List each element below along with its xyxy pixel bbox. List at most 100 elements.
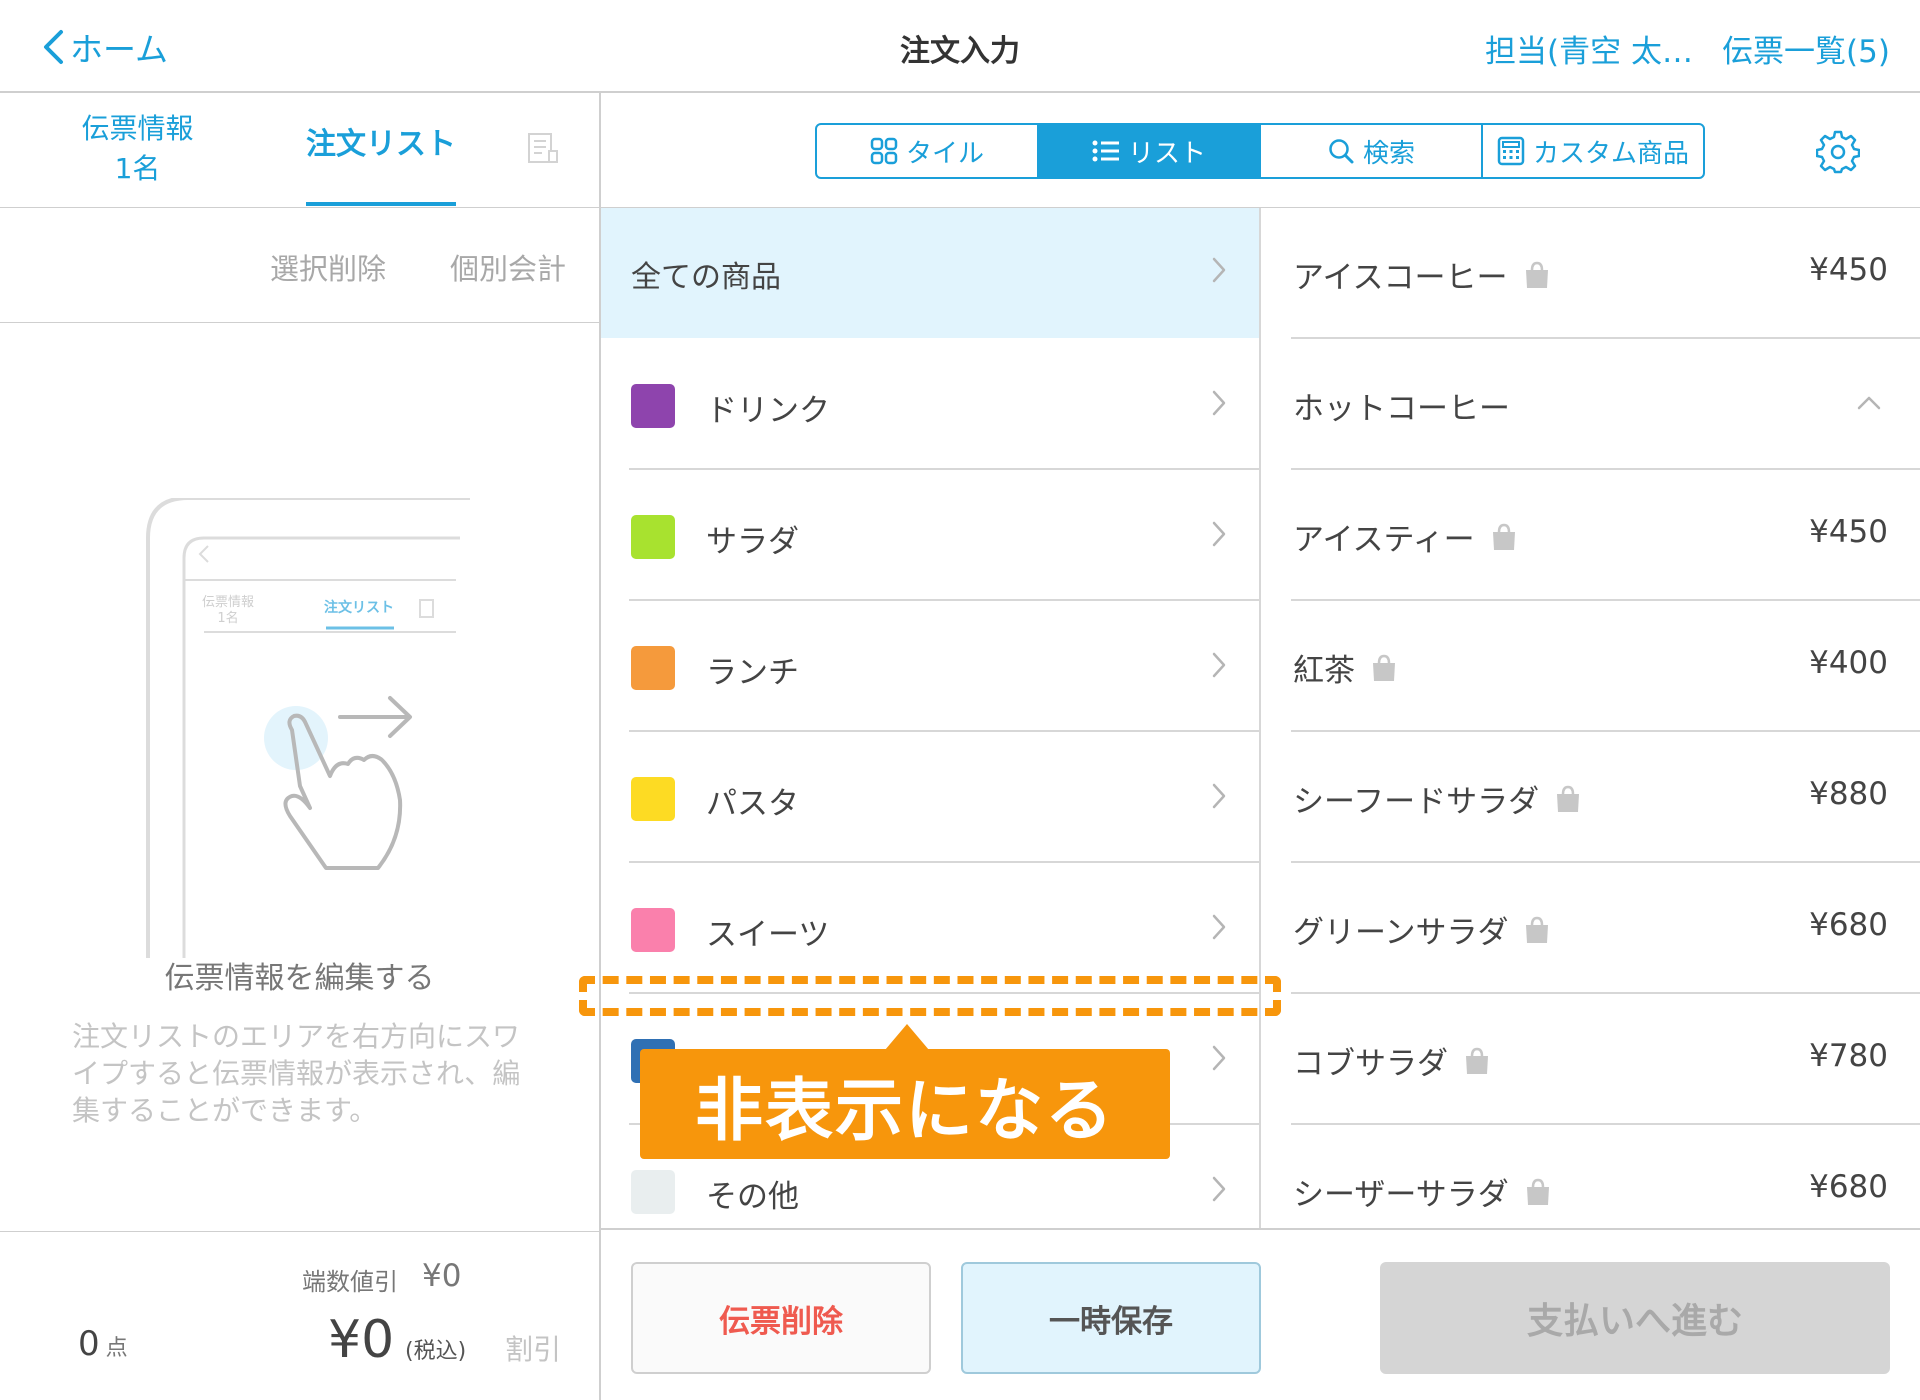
custom-item-button[interactable]: カスタム商品 <box>1483 125 1703 177</box>
search-icon <box>1329 139 1354 164</box>
grid-icon <box>870 137 898 165</box>
search-button[interactable]: 検索 <box>1261 125 1483 177</box>
product-price: ¥400 <box>1809 645 1888 681</box>
product-name: アイスティー <box>1293 522 1475 558</box>
product-item[interactable]: アイスティー ¥450 <box>1263 470 1920 601</box>
chevron-right-icon <box>1212 783 1226 809</box>
product-name: シーザーサラダ <box>1293 1177 1509 1213</box>
tab-slip-info[interactable]: 伝票情報 1名 <box>70 109 205 189</box>
receipt-icon[interactable] <box>525 131 561 171</box>
annotation-dashed-highlight <box>579 976 1281 1016</box>
search-label: 検索 <box>1362 138 1415 169</box>
view-tile-button[interactable]: タイル <box>817 125 1039 177</box>
list-icon <box>1092 140 1119 162</box>
tab-order-list[interactable]: 注文リスト <box>306 119 456 163</box>
category-label: その他 <box>706 1179 799 1215</box>
view-list-button[interactable]: リスト <box>1039 125 1261 177</box>
category-item[interactable]: スイーツ <box>601 863 1259 994</box>
category-swatch <box>631 1170 675 1214</box>
product-item[interactable]: 紅茶 ¥400 <box>1263 601 1920 732</box>
product-item[interactable]: シーザーサラダ ¥680 <box>1263 1125 1920 1228</box>
tab-slip-info-guests: 1名 <box>114 152 161 185</box>
discount-button[interactable]: 割引 <box>505 1328 561 1368</box>
product-price: ¥450 <box>1809 514 1888 550</box>
mini-tab-order: 注文リスト <box>324 599 394 616</box>
view-toggle: タイル リスト 検索 カスタム商品 <box>815 123 1705 179</box>
product-name: コブサラダ <box>1293 1046 1448 1082</box>
category-all-label: 全ての商品 <box>631 260 781 295</box>
order-total: ¥0 <box>328 1310 395 1370</box>
rounding-discount-value: ¥0 <box>422 1258 462 1294</box>
left-tabs: 伝票情報 1名 注文リスト <box>0 93 599 208</box>
product-item[interactable]: アイスコーヒー ¥450 <box>1263 208 1920 339</box>
bottom-action-bar: 伝票削除 一時保存 支払いへ進む <box>601 1228 1920 1400</box>
rounding-discount-label: 端数値引 <box>302 1268 398 1296</box>
takeout-bag-icon <box>1526 1178 1549 1205</box>
category-label: スイーツ <box>706 917 830 953</box>
chevron-right-icon <box>1212 390 1226 416</box>
mini-tab-guests: 1名 <box>217 610 238 626</box>
calculator-icon <box>1497 136 1525 166</box>
annotation-callout: 非表示になる <box>640 1049 1170 1159</box>
product-name: ホットコーヒー <box>1293 391 1510 427</box>
swipe-illustration: 伝票情報 1名 注文リスト <box>140 496 480 972</box>
category-swatch <box>631 384 675 428</box>
product-name: グリーンサラダ <box>1293 915 1509 951</box>
category-label: パスタ <box>706 786 799 822</box>
chevron-right-icon <box>1212 1045 1226 1071</box>
chevron-right-icon <box>1212 652 1226 678</box>
product-name: アイスコーヒー <box>1293 260 1508 296</box>
hold-order-button[interactable]: 一時保存 <box>961 1262 1261 1374</box>
view-tile-label: タイル <box>905 138 984 169</box>
slip-list-link[interactable]: 伝票一覧(5) <box>1722 26 1890 71</box>
order-summary-footer: 端数値引 ¥0 0点 ¥0 (税込) 割引 <box>0 1231 599 1400</box>
chevron-right-icon <box>1212 1176 1226 1202</box>
category-label: サラダ <box>706 524 799 560</box>
takeout-bag-icon <box>1466 1047 1488 1074</box>
takeout-bag-icon <box>1526 916 1549 943</box>
category-swatch <box>631 908 675 952</box>
tab-active-indicator <box>306 202 456 206</box>
product-price: ¥680 <box>1809 907 1888 943</box>
order-list-panel: 伝票情報 1名 注文リスト 選択削除 個別会計 伝票情報 1名 注文リスト 伝票… <box>0 93 601 1400</box>
item-count: 0点 <box>78 1324 128 1364</box>
custom-item-label: カスタム商品 <box>1532 138 1689 169</box>
item-count-unit: 点 <box>105 1336 128 1361</box>
category-all-products[interactable]: 全ての商品 <box>601 208 1259 338</box>
category-swatch <box>631 515 675 559</box>
category-item[interactable]: ランチ <box>601 601 1259 732</box>
tax-included-note: (税込) <box>405 1339 467 1364</box>
product-item[interactable]: ホットコーヒー <box>1263 339 1920 470</box>
chevron-right-icon <box>1212 257 1226 283</box>
view-toggle-bar: タイル リスト 検索 カスタム商品 <box>601 93 1920 208</box>
delete-slip-button[interactable]: 伝票削除 <box>631 1262 931 1374</box>
product-item[interactable]: グリーンサラダ ¥680 <box>1263 863 1920 994</box>
category-label: ランチ <box>706 655 799 691</box>
chevron-right-icon <box>1212 521 1226 547</box>
category-swatch <box>631 646 675 690</box>
proceed-payment-button[interactable]: 支払いへ進む <box>1380 1262 1890 1374</box>
product-price: ¥680 <box>1809 1169 1888 1205</box>
staff-selector[interactable]: 担当(青空 太… <box>1485 26 1693 71</box>
product-name: 紅茶 <box>1293 653 1355 689</box>
product-price: ¥450 <box>1809 252 1888 288</box>
tab-slip-info-label: 伝票情報 <box>81 112 194 145</box>
category-item[interactable]: サラダ <box>601 470 1259 601</box>
gear-icon[interactable] <box>1815 130 1861 178</box>
delete-selected-button[interactable]: 選択削除 <box>270 246 386 288</box>
takeout-bag-icon <box>1492 523 1515 550</box>
empty-state-title: 伝票情報を編集する <box>164 961 435 996</box>
category-swatch <box>631 777 675 821</box>
product-price: ¥780 <box>1809 1038 1888 1074</box>
product-item[interactable]: コブサラダ ¥780 <box>1263 994 1920 1125</box>
split-bill-button[interactable]: 個別会計 <box>450 246 566 288</box>
category-item[interactable]: パスタ <box>601 732 1259 863</box>
product-price: ¥880 <box>1809 776 1888 812</box>
category-item[interactable]: ドリンク <box>601 339 1259 470</box>
chevron-up-icon[interactable] <box>1856 395 1882 411</box>
top-nav-bar: ホーム 注文入力 担当(青空 太… 伝票一覧(5) <box>0 0 1920 93</box>
takeout-bag-icon <box>1557 785 1580 812</box>
view-list-label: リスト <box>1127 138 1206 169</box>
product-list: アイスコーヒー ¥450 ホットコーヒー アイスティー ¥450 紅茶 ¥400… <box>1263 208 1920 1228</box>
product-item[interactable]: シーフードサラダ ¥880 <box>1263 732 1920 863</box>
